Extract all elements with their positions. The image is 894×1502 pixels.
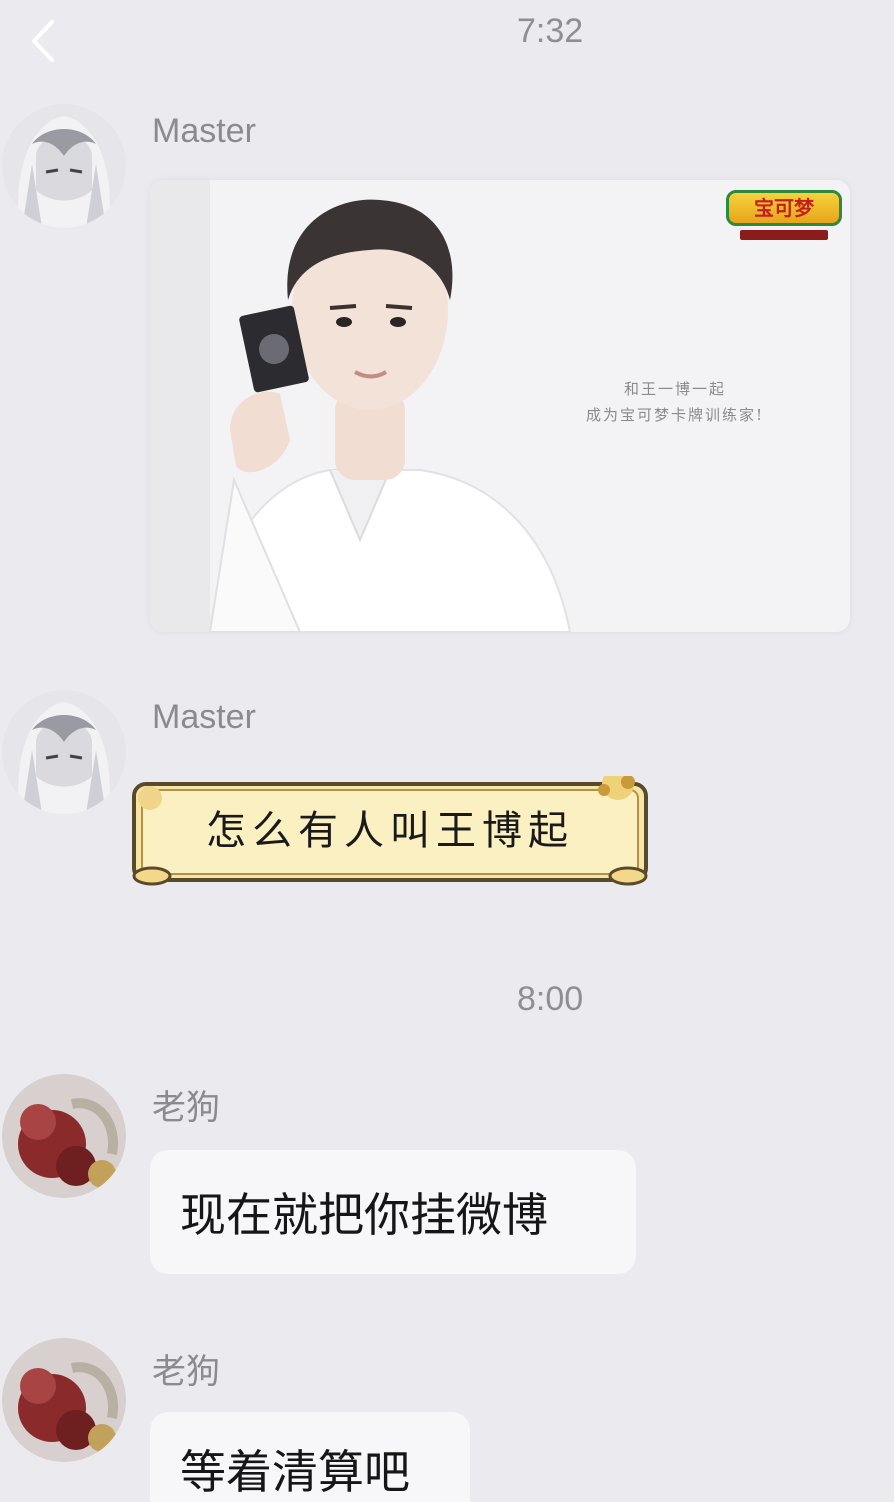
image-message[interactable]: 宝可梦 和王一博一起 成为宝可梦卡牌训练家! <box>150 180 850 632</box>
poster-caption: 和王一博一起 <box>623 380 726 398</box>
sticker-text: 怎么有人叫王博起 <box>206 808 574 854</box>
text-message[interactable]: 现在就把你挂微博 <box>150 1150 636 1274</box>
text-message[interactable]: 等着清算吧 <box>150 1412 470 1502</box>
sender-name: Master <box>152 112 256 150</box>
avatar[interactable] <box>2 1074 126 1198</box>
sticker-message[interactable]: 怎么有人叫王博起 <box>128 776 652 890</box>
back-button[interactable] <box>18 18 68 68</box>
sender-name: Master <box>152 698 256 736</box>
sender-name: 老狗 <box>152 1353 220 1391</box>
message-text: 现在就把你挂微博 <box>180 1188 548 1242</box>
sender-name: 老狗 <box>152 1089 220 1127</box>
message-text: 等着清算吧 <box>180 1445 410 1499</box>
avatar[interactable] <box>2 1338 126 1462</box>
avatar[interactable] <box>2 690 126 814</box>
brand-logo: 宝可梦 <box>726 190 842 244</box>
poster-caption: 成为宝可梦卡牌训练家! <box>585 406 765 424</box>
chevron-left-icon <box>26 18 60 68</box>
avatar[interactable] <box>2 104 126 228</box>
